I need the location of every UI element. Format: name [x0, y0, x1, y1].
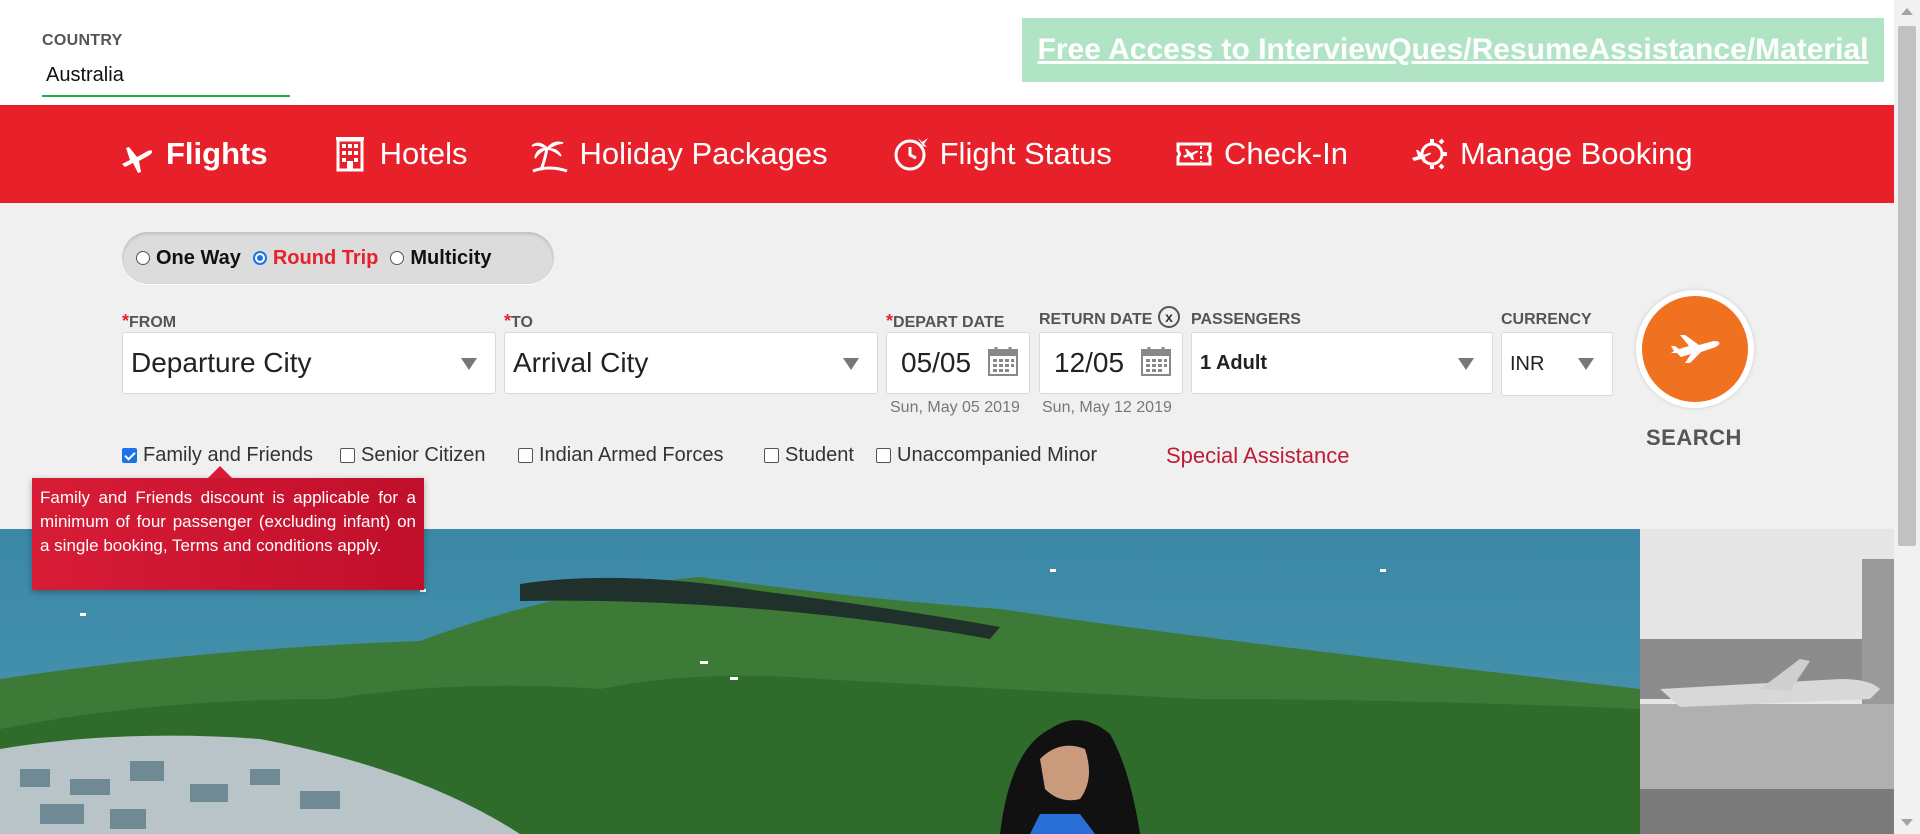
radio-one-way[interactable]: One Way [136, 247, 241, 270]
currency-value: INR [1510, 352, 1545, 375]
nav-manage-booking-label: Manage Booking [1459, 136, 1693, 171]
plane-icon [1671, 335, 1720, 363]
to-select[interactable]: Arrival City [504, 332, 878, 394]
required-mark: * [504, 311, 512, 331]
nav-hotels-label: Hotels [379, 136, 468, 171]
calendar-icon[interactable] [987, 345, 1019, 377]
from-select[interactable]: Departure City [122, 332, 496, 394]
clock-plane-icon [890, 134, 930, 174]
return-date-label: RETURN DATE [1039, 311, 1153, 328]
radio-multicity-label: Multicity [410, 246, 492, 269]
radio-round-trip[interactable]: Round Trip [252, 246, 379, 270]
from-value: Departure City [131, 347, 312, 378]
nav-manage-booking[interactable]: Manage Booking [1410, 134, 1693, 174]
checkbox-box[interactable] [518, 448, 533, 463]
airport-illustration [1640, 529, 1894, 834]
scroll-down-arrow-icon[interactable] [1901, 819, 1913, 826]
nav-flight-status[interactable]: Flight Status [890, 134, 1112, 174]
nav-check-in[interactable]: Check-In [1174, 134, 1348, 174]
chevron-down-icon [461, 358, 477, 370]
scroll-thumb[interactable] [1898, 26, 1916, 546]
passengers-label: PASSENGERS [1191, 311, 1301, 328]
nav-holiday-packages-label: Holiday Packages [579, 136, 828, 171]
to-value: Arrival City [513, 347, 649, 378]
checkbox-unaccompanied-minor[interactable]: Unaccompanied Minor [876, 444, 1097, 467]
checkbox-label: Unaccompanied Minor [897, 444, 1098, 466]
currency-select[interactable]: INR [1501, 332, 1613, 396]
return-date-full: Sun, May 12 2019 [1042, 399, 1172, 416]
country-label: COUNTRY [42, 32, 123, 49]
checkbox-box[interactable] [876, 448, 891, 463]
checkbox-senior-citizen[interactable]: Senior Citizen [340, 444, 486, 467]
currency-label: CURRENCY [1501, 311, 1592, 328]
promo-link[interactable]: Free Access to InterviewQues/ResumeAssis… [1038, 33, 1869, 67]
hero-side-image [1640, 529, 1894, 834]
return-date-value: 12/05 [1054, 347, 1125, 378]
chevron-down-icon [1458, 358, 1474, 370]
search-button[interactable] [1636, 290, 1754, 408]
checkbox-label: Student [785, 444, 854, 466]
promo-banner: Free Access to InterviewQues/ResumeAssis… [1022, 18, 1884, 82]
radio-multicity[interactable]: Multicity [390, 246, 492, 270]
depart-date-full: Sun, May 05 2019 [890, 399, 1020, 416]
main-nav: Flights Hotels Holiday Packages Flight S… [0, 105, 1894, 203]
nav-flights-label: Flights [166, 136, 268, 171]
return-date-input[interactable]: 12/05 [1039, 332, 1183, 394]
depart-date-input[interactable]: 05/05 [886, 332, 1030, 394]
search-button-inner[interactable] [1642, 296, 1748, 402]
required-mark: * [886, 311, 894, 331]
to-label: *TO [504, 311, 533, 332]
clear-return-date-button[interactable]: x [1158, 306, 1180, 328]
checkbox-indian-armed-forces[interactable]: Indian Armed Forces [518, 444, 724, 467]
nav-flight-status-label: Flight Status [939, 136, 1112, 171]
radio-dot[interactable] [252, 251, 267, 265]
to-label-text: TO [511, 314, 533, 331]
hotel-icon [330, 134, 370, 174]
nav-check-in-label: Check-In [1223, 136, 1348, 171]
checkbox-family-and-friends[interactable]: Family and Friends [122, 444, 313, 467]
radio-round-trip-label: Round Trip [272, 246, 379, 269]
nav-hotels[interactable]: Hotels [330, 134, 468, 174]
depart-label-text: DEPART DATE [893, 314, 1005, 331]
nav-holiday-packages[interactable]: Holiday Packages [529, 134, 828, 174]
scroll-up-arrow-icon[interactable] [1901, 8, 1913, 15]
boarding-pass-icon [1174, 134, 1214, 174]
checkbox-box[interactable] [340, 448, 355, 463]
from-label-text: FROM [129, 314, 177, 331]
passengers-select[interactable]: 1 Adult [1191, 332, 1493, 394]
plane-icon [116, 134, 156, 174]
checkbox-label: Senior Citizen [361, 444, 486, 466]
checkbox-student[interactable]: Student [764, 444, 854, 467]
depart-date-value: 05/05 [901, 347, 972, 378]
country-input[interactable] [42, 60, 290, 97]
passengers-value: 1 Adult [1200, 351, 1268, 374]
depart-date-label: *DEPART DATE [886, 311, 1004, 332]
nav-flights[interactable]: Flights [116, 134, 268, 174]
chevron-down-icon [843, 358, 859, 370]
country-selector: COUNTRY [42, 32, 290, 97]
radio-dot[interactable] [136, 251, 150, 265]
radio-dot[interactable] [390, 251, 405, 265]
checkbox-box[interactable] [122, 448, 137, 463]
page-scrollbar[interactable] [1894, 0, 1920, 834]
gear-plane-icon [1410, 134, 1450, 174]
required-mark: * [122, 311, 130, 331]
palm-tree-icon [529, 134, 569, 174]
checkbox-label: Family and Friends [143, 444, 314, 466]
calendar-icon[interactable] [1140, 345, 1172, 377]
special-assistance-link[interactable]: Special Assistance [1166, 443, 1349, 469]
trip-type-toggle: One Way Round Trip Multicity [122, 232, 554, 284]
radio-one-way-label: One Way [156, 246, 241, 269]
family-friends-tooltip: Family and Friends discount is applicabl… [32, 466, 424, 590]
checkbox-label: Indian Armed Forces [539, 444, 724, 466]
chevron-down-icon [1578, 358, 1594, 370]
from-label: *FROM [122, 311, 176, 332]
checkbox-box[interactable] [764, 448, 779, 463]
search-label: SEARCH [1646, 425, 1742, 450]
